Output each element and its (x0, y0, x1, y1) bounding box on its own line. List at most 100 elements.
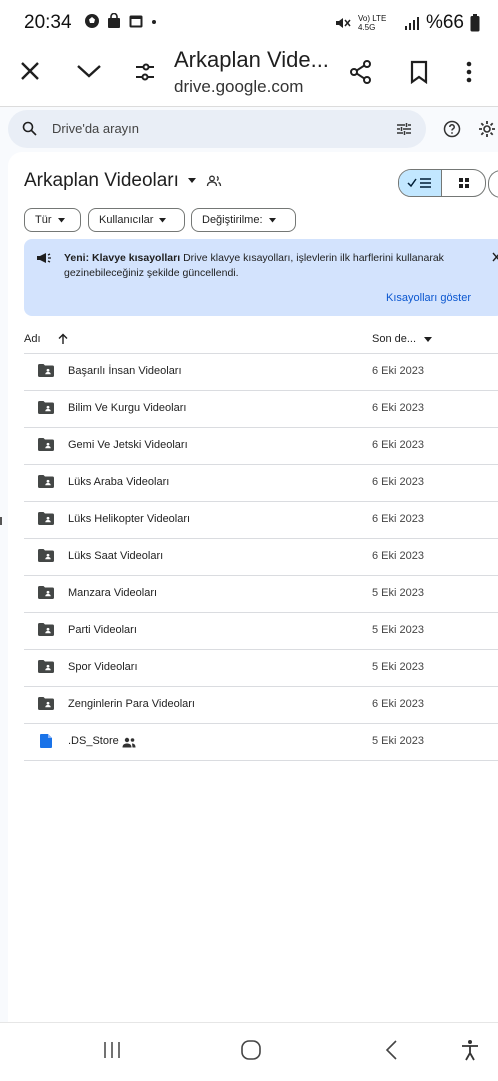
show-shortcuts-link[interactable]: Kısayolları göster (386, 292, 471, 304)
file-name: Manzara Videoları (68, 587, 158, 599)
file-row[interactable]: Spor Videoları 5 Eki 2023 (24, 649, 498, 687)
file-name: Lüks Helikopter Videoları (68, 513, 191, 525)
file-name: Lüks Saat Videoları (68, 550, 164, 562)
close-icon[interactable] (19, 60, 41, 82)
settings-icon[interactable] (477, 119, 497, 139)
accessibility-icon[interactable] (460, 1039, 480, 1061)
shared-folder-icon (38, 364, 54, 377)
file-row[interactable]: Parti Videoları 5 Eki 2023 (24, 612, 498, 650)
file-modified-date: 6 Eki 2023 (372, 476, 424, 488)
file-name: Zenginlerin Para Videoları (68, 698, 195, 710)
search-options-icon[interactable] (396, 121, 412, 137)
folder-title[interactable]: Arkaplan Videoları (24, 170, 197, 192)
sort-arrow-up-icon[interactable] (57, 333, 69, 345)
caret-down-icon (268, 217, 276, 222)
home-icon[interactable] (240, 1039, 262, 1061)
shared-folder-icon (38, 586, 54, 599)
file-row[interactable]: Manzara Videoları 5 Eki 2023 (24, 575, 498, 613)
shared-people-icon (206, 175, 222, 187)
file-row[interactable]: Zenginlerin Para Videoları 6 Eki 2023 (24, 686, 498, 724)
file-modified-date: 5 Eki 2023 (372, 624, 424, 636)
filter-type-chip[interactable]: Tür (24, 208, 81, 232)
file-modified-date: 6 Eki 2023 (372, 698, 424, 710)
page-title: Arkaplan Vide... (174, 47, 329, 72)
shared-folder-icon (38, 512, 54, 525)
calendar-icon (129, 15, 143, 28)
caret-down-icon (424, 336, 433, 342)
file-row[interactable]: Bilim Ve Kurgu Videoları 6 Eki 2023 (24, 390, 498, 428)
battery-icon (470, 14, 480, 32)
soccer-ball-icon (85, 14, 99, 28)
column-name-header[interactable]: Adı (24, 333, 41, 345)
help-icon[interactable] (443, 120, 461, 138)
share-icon[interactable] (348, 59, 374, 85)
status-right-icons: Vo) LTE 4.5G %66 (334, 12, 480, 34)
shared-folder-icon (38, 660, 54, 673)
filter-modified-label: Değiştirilme: (202, 214, 263, 226)
shopping-bag-icon (108, 13, 120, 28)
network-type: Vo) LTE 4.5G (357, 14, 387, 32)
filter-people-chip[interactable]: Kullanıcılar (88, 208, 185, 232)
shared-folder-icon (38, 475, 54, 488)
bookmark-icon[interactable] (409, 60, 429, 84)
shared-folder-icon (38, 697, 54, 710)
signal-icon (404, 17, 419, 30)
caret-down-icon (187, 178, 196, 183)
file-row[interactable]: Gemi Ve Jetski Videoları 6 Eki 2023 (24, 427, 498, 465)
more-vert-icon[interactable] (465, 60, 473, 84)
status-notification-icons (84, 13, 158, 29)
banner-close-icon[interactable] (492, 252, 498, 262)
folder-title-text: Arkaplan Videoları (24, 170, 179, 191)
file-modified-date: 5 Eki 2023 (372, 587, 424, 599)
shared-people-icon (122, 735, 136, 753)
file-modified-date: 5 Eki 2023 (372, 735, 424, 747)
file-row[interactable]: Başarılı İnsan Videoları 6 Eki 2023 (24, 353, 498, 391)
search-input[interactable]: Drive'da arayın (52, 121, 139, 136)
file-name: Bilim Ve Kurgu Videoları (68, 402, 187, 414)
caret-down-icon (159, 217, 167, 222)
edge-handle (0, 517, 2, 525)
chevron-down-icon[interactable] (76, 62, 102, 80)
battery-percent: %66 (425, 12, 464, 33)
caret-down-icon (57, 217, 65, 222)
banner-title: Yeni: Klavye kısayolları (64, 252, 181, 264)
file-modified-date: 6 Eki 2023 (372, 550, 424, 562)
view-toggle (398, 169, 486, 197)
file-row[interactable]: Lüks Araba Videoları 6 Eki 2023 (24, 464, 498, 502)
filter-people-label: Kullanıcılar (99, 214, 154, 226)
grid-view-button[interactable] (442, 170, 485, 196)
document-icon (40, 734, 52, 748)
list-view-button[interactable] (399, 170, 442, 196)
site-settings-icon[interactable] (134, 61, 156, 83)
status-time: 20:34 (24, 12, 72, 33)
status-bar: 20:34 Vo) LTE 4.5G %66 (0, 0, 498, 44)
megaphone-icon (37, 253, 51, 263)
file-row[interactable]: .DS_Store 5 Eki 2023 (24, 723, 498, 761)
file-name: Spor Videoları (68, 661, 138, 673)
column-modified-label: Son de... (372, 333, 417, 345)
file-modified-date: 5 Eki 2023 (372, 661, 424, 673)
banner-message: Yeni: Klavye kısayolları Drive klavye kı… (64, 251, 474, 281)
search-icon (22, 121, 37, 136)
page-url: drive.google.com (174, 77, 304, 96)
file-row[interactable]: Lüks Helikopter Videoları 6 Eki 2023 (24, 501, 498, 539)
file-modified-date: 6 Eki 2023 (372, 439, 424, 451)
filter-type-label: Tür (35, 214, 52, 226)
mute-icon (335, 18, 351, 28)
back-icon[interactable] (384, 1039, 398, 1061)
column-modified-header[interactable]: Son de... (372, 333, 433, 345)
shared-folder-icon (38, 549, 54, 562)
file-name: Parti Videoları (68, 624, 137, 636)
shared-folder-icon (38, 438, 54, 451)
file-name: Gemi Ve Jetski Videoları (68, 439, 188, 451)
grid-view-icon (458, 178, 469, 188)
dot-icon (152, 20, 156, 24)
file-modified-date: 6 Eki 2023 (372, 365, 424, 377)
shared-folder-icon (38, 623, 54, 636)
filter-modified-chip[interactable]: Değiştirilme: (191, 208, 296, 232)
file-modified-date: 6 Eki 2023 (372, 402, 424, 414)
shared-folder-icon (38, 401, 54, 414)
file-row[interactable]: Lüks Saat Videoları 6 Eki 2023 (24, 538, 498, 576)
recent-apps-icon[interactable] (102, 1040, 122, 1060)
file-name: Başarılı İnsan Videoları (68, 365, 182, 377)
